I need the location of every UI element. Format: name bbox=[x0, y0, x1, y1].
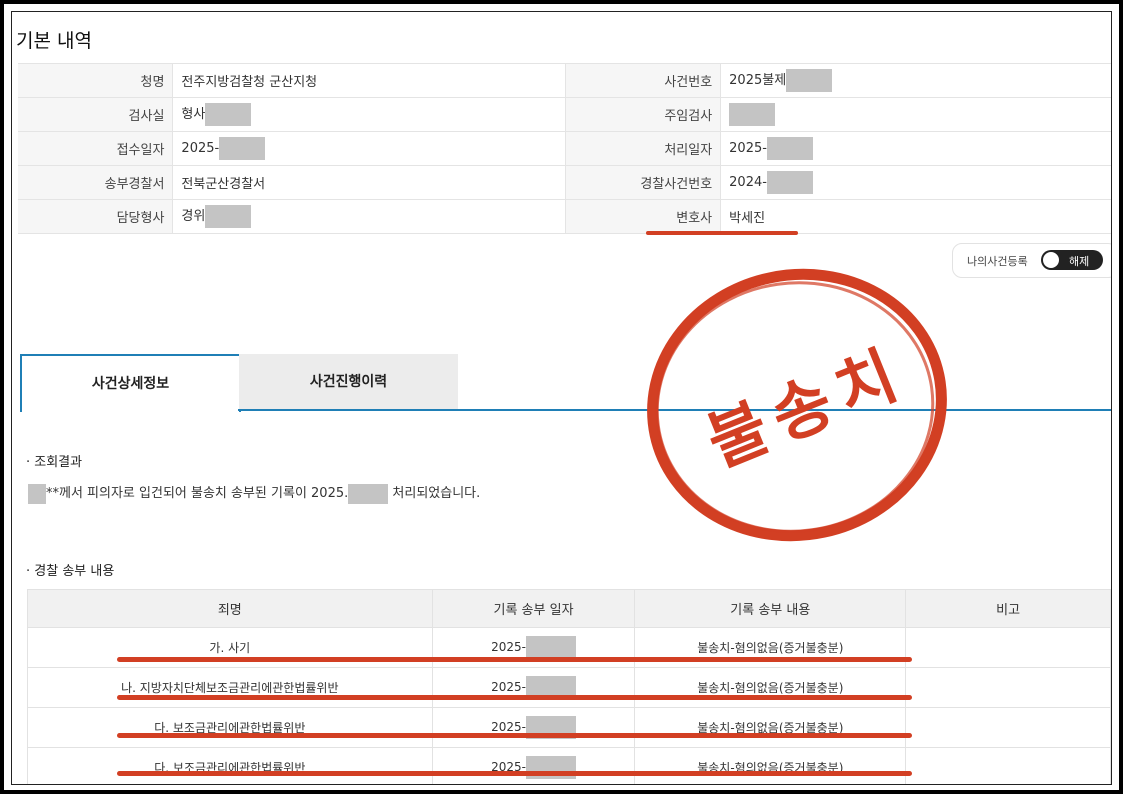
content-cell: 불송치-혐의없음(증거불충분) bbox=[634, 747, 907, 784]
redaction-mask bbox=[729, 103, 776, 126]
field-value: 2025- bbox=[172, 131, 567, 166]
non-referral-stamp: 불송치 bbox=[647, 268, 947, 542]
crime-cell: 나. 지방자치단체보조금관리에관한법률위반 bbox=[27, 667, 433, 708]
field-label: 경찰사건번호 bbox=[565, 165, 722, 200]
field-label: 청명 bbox=[18, 63, 174, 98]
toggle-state: 해제 bbox=[1069, 255, 1090, 268]
note-cell bbox=[905, 707, 1111, 748]
note-cell bbox=[905, 667, 1111, 708]
table-row: 다. 보조금관리에관한법률위반 2025- 불송치-혐의없음(증거불충분) bbox=[27, 707, 1111, 748]
field-label: 변호사 bbox=[565, 199, 722, 234]
redaction-mask bbox=[348, 483, 389, 504]
my-case-toggle[interactable]: 해제 bbox=[1041, 250, 1103, 270]
field-value: 전주지방검찰청 군산지청 bbox=[172, 63, 567, 98]
basic-row: 송부경찰서 전북군산경찰서 경찰사건번호 2024- bbox=[18, 165, 1111, 200]
col-header: 비고 bbox=[905, 589, 1111, 628]
redaction-mask bbox=[219, 137, 266, 160]
my-case-label: 나의사건등록 bbox=[967, 255, 1028, 268]
content-cell: 불송치-혐의없음(증거불충분) bbox=[634, 707, 907, 748]
note-cell bbox=[905, 627, 1111, 668]
col-header: 죄명 bbox=[27, 589, 433, 628]
lawyer-underline bbox=[646, 231, 798, 235]
field-value: 전북군산경찰서 bbox=[172, 165, 567, 200]
field-label: 주임검사 bbox=[565, 97, 722, 132]
highlight-underline bbox=[117, 733, 912, 738]
redaction-mask bbox=[205, 205, 252, 228]
redaction-mask bbox=[786, 69, 833, 92]
field-value bbox=[720, 97, 1111, 132]
my-case-register: 나의사건등록 해제 bbox=[952, 243, 1111, 278]
field-label: 사건번호 bbox=[565, 63, 722, 98]
tab-case-history[interactable]: 사건진행이력 bbox=[239, 354, 458, 410]
case-detail-panel: 기본 내역 청명 전주지방검찰청 군산지청 사건번호 2025불제 검사실 형사… bbox=[11, 11, 1112, 785]
field-value: 박세진 bbox=[720, 199, 1111, 234]
redaction-mask bbox=[766, 171, 813, 194]
result-sentence: **께서 피의자로 입건되어 불송치 송부된 기록이 2025. 처리되었습니다… bbox=[28, 482, 480, 504]
redaction-mask bbox=[766, 137, 813, 160]
police-heading: · 경찰 송부 내용 bbox=[26, 564, 115, 579]
field-label: 접수일자 bbox=[18, 131, 174, 166]
note-cell bbox=[905, 747, 1111, 784]
basic-info-table: 청명 전주지방검찰청 군산지청 사건번호 2025불제 검사실 형사 주임검사 … bbox=[18, 63, 1111, 234]
field-value: 경위 bbox=[172, 199, 567, 234]
basic-row: 접수일자 2025- 처리일자 2025- bbox=[18, 131, 1111, 166]
redaction-mask bbox=[205, 103, 252, 126]
table-row: 다. 보조금관리에관한법률위반 2025- 불송치-혐의없음(증거불충분) bbox=[27, 747, 1111, 784]
col-header: 기록 송부 일자 bbox=[431, 589, 636, 628]
date-cell: 2025- bbox=[431, 707, 636, 748]
field-value: 2025불제 bbox=[720, 63, 1111, 98]
tab-case-detail[interactable]: 사건상세정보 bbox=[20, 354, 241, 412]
crime-cell: 다. 보조금관리에관한법률위반 bbox=[27, 747, 433, 784]
toggle-knob bbox=[1043, 252, 1059, 268]
redaction-mask bbox=[28, 483, 46, 504]
section-title: 기본 내역 bbox=[16, 30, 92, 52]
field-label: 담당형사 bbox=[18, 199, 174, 234]
result-heading: · 조회결과 bbox=[26, 455, 83, 470]
col-header: 기록 송부 내용 bbox=[634, 589, 907, 628]
field-value: 2024- bbox=[720, 165, 1111, 200]
basic-row: 청명 전주지방검찰청 군산지청 사건번호 2025불제 bbox=[18, 63, 1111, 98]
basic-row: 검사실 형사 주임검사 bbox=[18, 97, 1111, 132]
table-row: 나. 지방자치단체보조금관리에관한법률위반 2025- 불송치-혐의없음(증거불… bbox=[27, 667, 1111, 708]
stamp-text: 불송치 bbox=[697, 335, 916, 481]
date-cell: 2025- bbox=[431, 747, 636, 784]
highlight-underline bbox=[117, 771, 912, 776]
field-label: 검사실 bbox=[18, 97, 174, 132]
highlight-underline bbox=[117, 657, 912, 662]
content-cell: 불송치-혐의없음(증거불충분) bbox=[634, 667, 907, 708]
police-header-row: 죄명 기록 송부 일자 기록 송부 내용 비고 bbox=[27, 589, 1111, 628]
page-frame: 기본 내역 청명 전주지방검찰청 군산지청 사건번호 2025불제 검사실 형사… bbox=[4, 4, 1119, 790]
redaction-mask bbox=[525, 636, 576, 659]
field-label: 처리일자 bbox=[565, 131, 722, 166]
field-value: 형사 bbox=[172, 97, 567, 132]
field-label: 송부경찰서 bbox=[18, 165, 174, 200]
crime-cell: 다. 보조금관리에관한법률위반 bbox=[27, 707, 433, 748]
basic-row: 담당형사 경위 변호사 박세진 bbox=[18, 199, 1111, 234]
field-value: 2025- bbox=[720, 131, 1111, 166]
police-table: 죄명 기록 송부 일자 기록 송부 내용 비고 가. 사기 2025- 불송치-… bbox=[27, 589, 1111, 784]
date-cell: 2025- bbox=[431, 667, 636, 708]
highlight-underline bbox=[117, 695, 912, 700]
